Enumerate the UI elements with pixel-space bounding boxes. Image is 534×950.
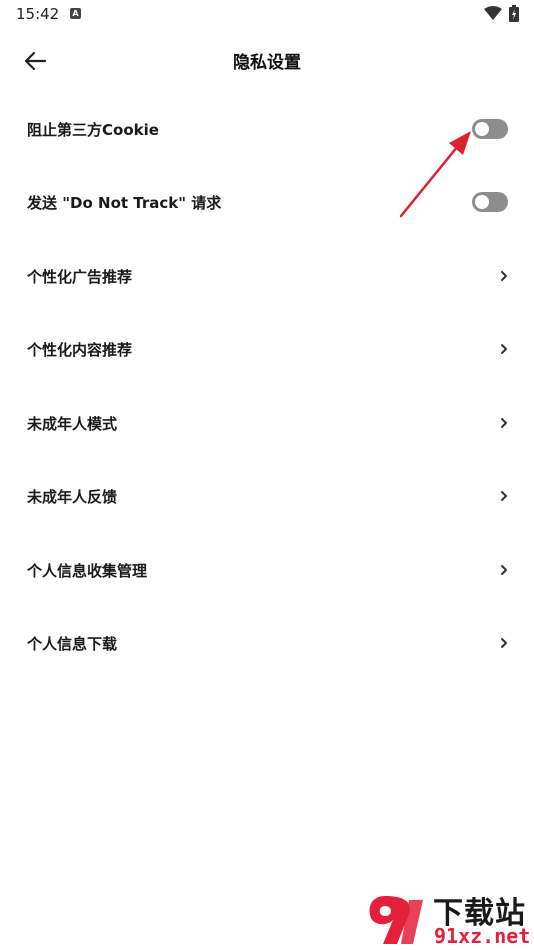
toggle-knob: [475, 122, 489, 136]
watermark-url: 91xz.net: [434, 924, 531, 948]
chevron-right-icon: [501, 491, 507, 501]
header: 隐私设置: [0, 30, 534, 88]
chevron-right-icon: [501, 565, 507, 575]
setting-personal-info-download[interactable]: 个人信息下载: [0, 619, 534, 669]
setting-label: 未成年人反馈: [27, 488, 118, 506]
setting-label: 未成年人模式: [27, 415, 118, 433]
setting-block-third-party-cookie[interactable]: 阻止第三方Cookie: [0, 105, 534, 155]
chevron-right-icon: [501, 638, 507, 648]
setting-minor-mode[interactable]: 未成年人模式: [0, 399, 534, 449]
setting-label: 个人信息收集管理: [27, 562, 148, 580]
do-not-track-toggle[interactable]: [472, 192, 508, 212]
battery-icon: [509, 5, 519, 22]
setting-do-not-track[interactable]: 发送 "Do Not Track" 请求: [0, 178, 534, 228]
chevron-right-icon: [501, 418, 507, 428]
setting-label: 阻止第三方Cookie: [27, 121, 159, 139]
chevron-right-icon: [501, 271, 507, 281]
setting-label: 个人信息下载: [27, 635, 118, 653]
watermark-logo-icon: [369, 896, 423, 944]
notification-a-icon: A: [70, 8, 81, 19]
setting-personalized-content[interactable]: 个性化内容推荐: [0, 325, 534, 375]
setting-personal-info-management[interactable]: 个人信息收集管理: [0, 546, 534, 596]
setting-label: 发送 "Do Not Track" 请求: [27, 194, 222, 212]
wifi-icon: [484, 6, 502, 20]
setting-personalized-ads[interactable]: 个性化广告推荐: [0, 252, 534, 302]
status-time: 15:42: [16, 5, 60, 23]
setting-label: 个性化广告推荐: [27, 268, 133, 286]
setting-minor-feedback[interactable]: 未成年人反馈: [0, 472, 534, 522]
toggle-knob: [475, 195, 489, 209]
status-bar: 15:42 A: [0, 0, 534, 30]
page-title: 隐私设置: [233, 53, 301, 73]
block-cookie-toggle[interactable]: [472, 119, 508, 139]
chevron-right-icon: [501, 344, 507, 354]
setting-label: 个性化内容推荐: [27, 341, 133, 359]
watermark: 下载站 91xz.net: [363, 888, 534, 950]
